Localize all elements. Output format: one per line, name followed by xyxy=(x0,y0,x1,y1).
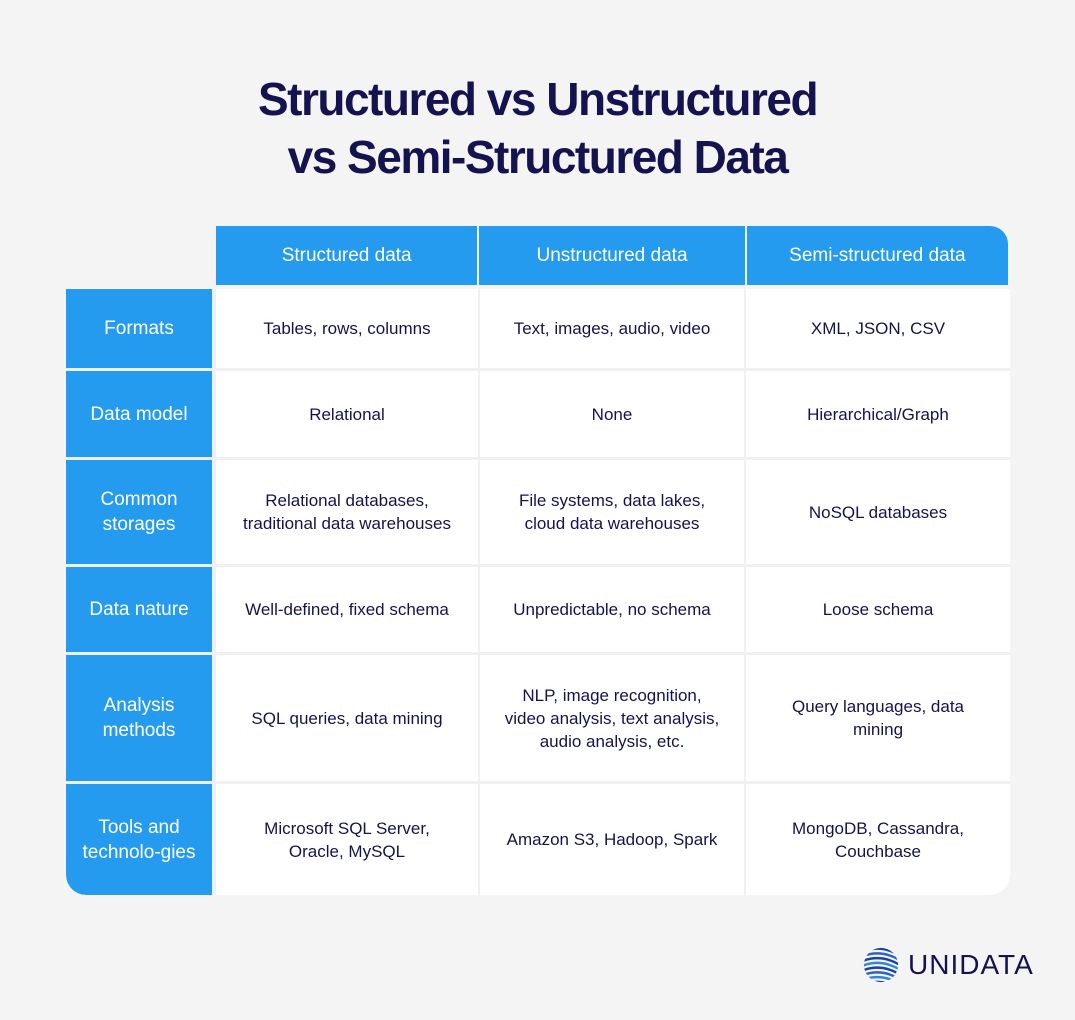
striped-globe-icon xyxy=(863,947,899,983)
table-cell: None xyxy=(480,371,744,457)
row-label: Data nature xyxy=(66,567,212,652)
table-cell: File systems, data lakes, cloud data war… xyxy=(480,460,744,564)
table-cell: Relational xyxy=(216,371,478,457)
table-cell: XML, JSON, CSV xyxy=(746,289,1010,368)
table-cell: Well-defined, fixed schema xyxy=(216,567,478,652)
table-cell: Loose schema xyxy=(746,567,1010,652)
table-cell: Query languages, data mining xyxy=(746,655,1010,781)
table-cell: Microsoft SQL Server, Oracle, MySQL xyxy=(216,784,478,895)
table-cell: Tables, rows, columns xyxy=(216,289,478,368)
column-header-semi-structured: Semi-structured data xyxy=(746,226,1009,285)
table-row-data-nature: Data nature Well-defined, fixed schema U… xyxy=(66,567,1010,652)
table-cell: SQL queries, data mining xyxy=(216,655,478,781)
table-cell: Amazon S3, Hadoop, Spark xyxy=(480,784,744,895)
table-cell: Hierarchical/Graph xyxy=(746,371,1010,457)
table-cell: NLP, image recognition, video analysis, … xyxy=(480,655,744,781)
row-label: Common storages xyxy=(66,460,212,564)
table-row-tools-and-technologies: Tools and technolo-gies Microsoft SQL Se… xyxy=(66,784,1010,895)
page-title: Structured vs Unstructured vs Semi-Struc… xyxy=(0,70,1075,186)
row-label: Formats xyxy=(66,289,212,368)
comparison-table-body: Formats Tables, rows, columns Text, imag… xyxy=(66,289,1010,895)
table-row-data-model: Data model Relational None Hierarchical/… xyxy=(66,371,1010,457)
row-label: Data model xyxy=(66,371,212,457)
table-cell: Relational databases, traditional data w… xyxy=(216,460,478,564)
table-cell: Unpredictable, no schema xyxy=(480,567,744,652)
row-label: Analysis methods xyxy=(66,655,212,781)
page-title-line-2: vs Semi-Structured Data xyxy=(287,131,789,183)
column-header-unstructured: Unstructured data xyxy=(479,226,745,285)
table-row-formats: Formats Tables, rows, columns Text, imag… xyxy=(66,289,1010,368)
table-row-analysis-methods: Analysis methods SQL queries, data minin… xyxy=(66,655,1010,781)
table-cell: MongoDB, Cassandra, Couchbase xyxy=(746,784,1010,895)
column-header-structured: Structured data xyxy=(216,226,478,285)
page-title-line-1: Structured vs Unstructured xyxy=(257,73,819,125)
table-cell: NoSQL databases xyxy=(746,460,1010,564)
table-row-common-storages: Common storages Relational databases, tr… xyxy=(66,460,1010,564)
comparison-table-header: Structured data Unstructured data Semi-s… xyxy=(216,226,1009,285)
logo-text: UNIDATA xyxy=(908,949,1034,980)
unidata-logo: UNIDATA xyxy=(862,946,1034,984)
row-label: Tools and technolo-gies xyxy=(66,784,212,895)
table-cell: Text, images, audio, video xyxy=(480,289,744,368)
